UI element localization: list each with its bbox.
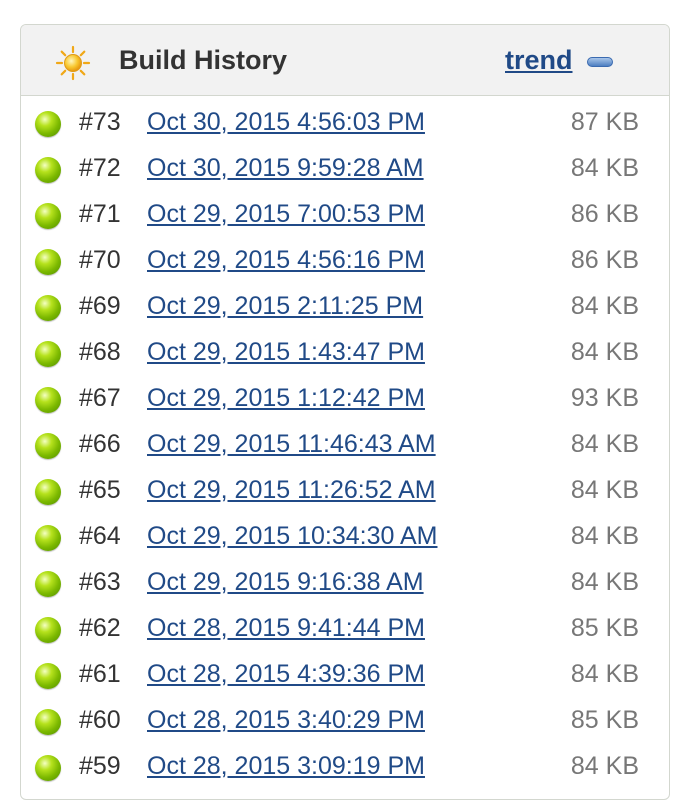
build-date-link[interactable]: Oct 29, 2015 11:46:43 AM bbox=[147, 429, 436, 459]
build-date-link[interactable]: Oct 29, 2015 1:12:42 PM bbox=[147, 383, 425, 413]
build-list: #73 Oct 30, 2015 4:56:03 PM 87 KB #72 Oct 30… bbox=[21, 99, 669, 789]
build-number: #63 bbox=[79, 568, 121, 596]
success-status-icon[interactable] bbox=[35, 249, 61, 275]
build-size: 86 KB bbox=[570, 200, 639, 228]
success-status-icon[interactable] bbox=[35, 295, 61, 321]
build-row: #60 Oct 28, 2015 3:40:29 PM 85 KB bbox=[21, 697, 669, 743]
build-date-link[interactable]: Oct 29, 2015 1:43:47 PM bbox=[147, 337, 425, 367]
build-row: #69 Oct 29, 2015 2:11:25 PM 84 KB bbox=[21, 283, 669, 329]
build-number: #65 bbox=[79, 476, 121, 504]
build-row: #73 Oct 30, 2015 4:56:03 PM 87 KB bbox=[21, 99, 669, 145]
success-status-icon[interactable] bbox=[35, 387, 61, 413]
build-size: 84 KB bbox=[570, 338, 639, 366]
build-date-link[interactable]: Oct 28, 2015 3:09:19 PM bbox=[147, 751, 425, 781]
success-status-icon[interactable] bbox=[35, 709, 61, 735]
build-size: 84 KB bbox=[570, 476, 639, 504]
build-date-link[interactable]: Oct 29, 2015 9:16:38 AM bbox=[147, 567, 424, 597]
build-size: 85 KB bbox=[570, 706, 639, 734]
build-row: #64 Oct 29, 2015 10:34:30 AM 84 KB bbox=[21, 513, 669, 559]
build-size: 84 KB bbox=[570, 660, 639, 688]
build-date-link[interactable]: Oct 29, 2015 2:11:25 PM bbox=[147, 291, 423, 321]
build-row: #59 Oct 28, 2015 3:09:19 PM 84 KB bbox=[21, 743, 669, 789]
build-number: #71 bbox=[79, 200, 121, 228]
build-row: #63 Oct 29, 2015 9:16:38 AM 84 KB bbox=[21, 559, 669, 605]
success-status-icon[interactable] bbox=[35, 663, 61, 689]
build-number: #70 bbox=[79, 246, 121, 274]
build-number: #68 bbox=[79, 338, 121, 366]
trend-link[interactable]: trend bbox=[505, 44, 573, 76]
success-status-icon[interactable] bbox=[35, 571, 61, 597]
build-row: #68 Oct 29, 2015 1:43:47 PM 84 KB bbox=[21, 329, 669, 375]
build-size: 84 KB bbox=[570, 292, 639, 320]
build-size: 85 KB bbox=[570, 614, 639, 642]
build-row: #65 Oct 29, 2015 11:26:52 AM 84 KB bbox=[21, 467, 669, 513]
build-date-link[interactable]: Oct 28, 2015 3:40:29 PM bbox=[147, 705, 425, 735]
build-number: #66 bbox=[79, 430, 121, 458]
build-number: #60 bbox=[79, 706, 121, 734]
success-status-icon[interactable] bbox=[35, 755, 61, 781]
build-size: 84 KB bbox=[570, 430, 639, 458]
build-size: 86 KB bbox=[570, 246, 639, 274]
success-status-icon[interactable] bbox=[35, 341, 61, 367]
build-number: #61 bbox=[79, 660, 121, 688]
build-number: #69 bbox=[79, 292, 121, 320]
sun-icon bbox=[55, 45, 91, 81]
build-size: 84 KB bbox=[570, 522, 639, 550]
build-row: #71 Oct 29, 2015 7:00:53 PM 86 KB bbox=[21, 191, 669, 237]
build-size: 84 KB bbox=[570, 154, 639, 182]
build-number: #64 bbox=[79, 522, 121, 550]
build-date-link[interactable]: Oct 29, 2015 7:00:53 PM bbox=[147, 199, 425, 229]
build-date-link[interactable]: Oct 28, 2015 9:41:44 PM bbox=[147, 613, 425, 643]
build-date-link[interactable]: Oct 30, 2015 9:59:28 AM bbox=[147, 153, 424, 183]
success-status-icon[interactable] bbox=[35, 617, 61, 643]
build-size: 84 KB bbox=[570, 568, 639, 596]
build-date-link[interactable]: Oct 30, 2015 4:56:03 PM bbox=[147, 107, 425, 137]
build-row: #70 Oct 29, 2015 4:56:16 PM 86 KB bbox=[21, 237, 669, 283]
build-row: #72 Oct 30, 2015 9:59:28 AM 84 KB bbox=[21, 145, 669, 191]
build-row: #66 Oct 29, 2015 11:46:43 AM 84 KB bbox=[21, 421, 669, 467]
panel-title: Build History bbox=[119, 45, 288, 75]
build-date-link[interactable]: Oct 29, 2015 11:26:52 AM bbox=[147, 475, 436, 505]
build-row: #61 Oct 28, 2015 4:39:36 PM 84 KB bbox=[21, 651, 669, 697]
success-status-icon[interactable] bbox=[35, 433, 61, 459]
build-size: 87 KB bbox=[570, 108, 639, 136]
success-status-icon[interactable] bbox=[35, 525, 61, 551]
success-status-icon[interactable] bbox=[35, 479, 61, 505]
success-status-icon[interactable] bbox=[35, 111, 61, 137]
build-date-link[interactable]: Oct 29, 2015 10:34:30 AM bbox=[147, 521, 437, 551]
build-date-link[interactable]: Oct 29, 2015 4:56:16 PM bbox=[147, 245, 425, 275]
success-status-icon[interactable] bbox=[35, 157, 61, 183]
success-status-icon[interactable] bbox=[35, 203, 61, 229]
build-number: #59 bbox=[79, 752, 121, 780]
build-size: 93 KB bbox=[570, 384, 639, 412]
build-size: 84 KB bbox=[570, 752, 639, 780]
build-history-header: Build History trend bbox=[21, 25, 669, 96]
build-row: #62 Oct 28, 2015 9:41:44 PM 85 KB bbox=[21, 605, 669, 651]
build-number: #67 bbox=[79, 384, 121, 412]
build-row: #67 Oct 29, 2015 1:12:42 PM 93 KB bbox=[21, 375, 669, 421]
minus-icon[interactable] bbox=[587, 57, 613, 67]
build-date-link[interactable]: Oct 28, 2015 4:39:36 PM bbox=[147, 659, 425, 689]
build-number: #73 bbox=[79, 108, 121, 136]
build-number: #72 bbox=[79, 154, 121, 182]
build-number: #62 bbox=[79, 614, 121, 642]
build-history-panel: Build History trend #73 Oct 30, 2015 4:56… bbox=[20, 24, 670, 800]
